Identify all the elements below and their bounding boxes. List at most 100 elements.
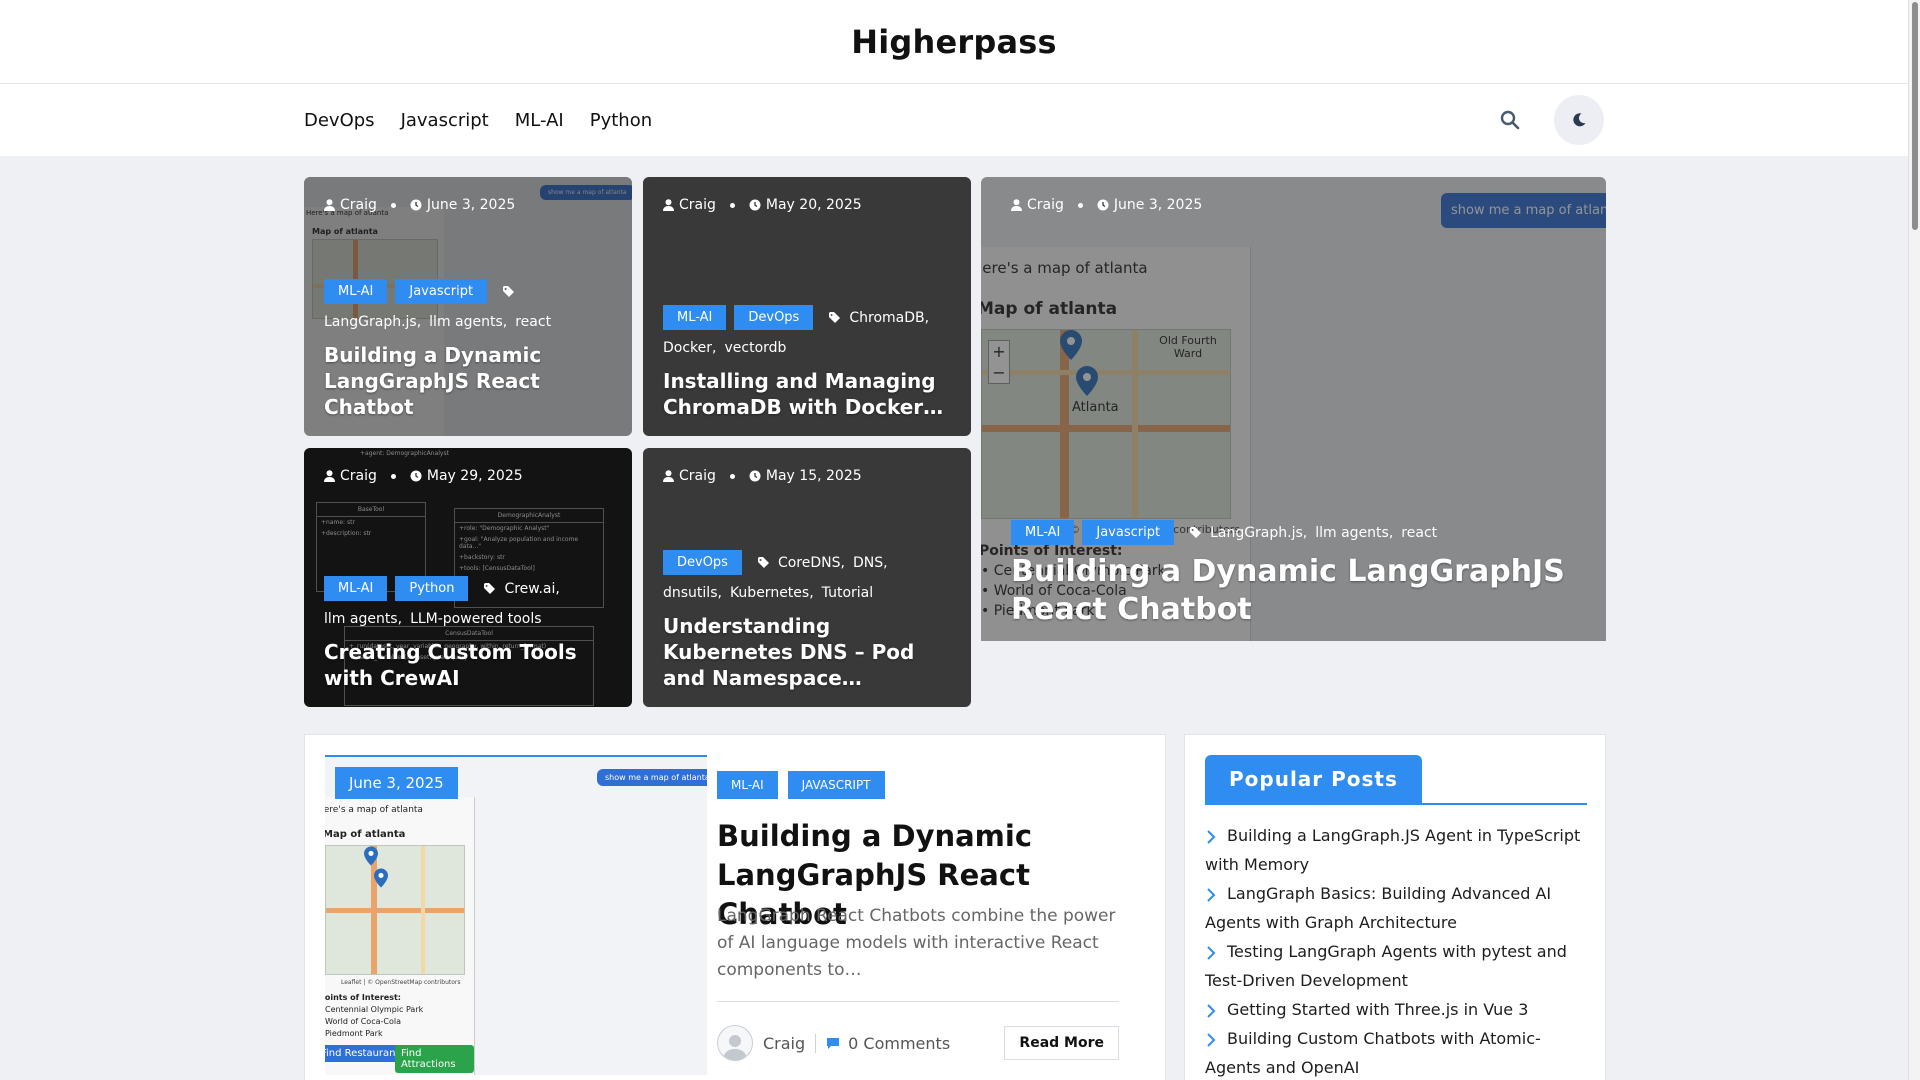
- post-excerpt: LangGraph React Chatbots combine the pow…: [717, 906, 1116, 980]
- mock-attribution: Leaflet | © OpenStreetMap contributors: [341, 979, 461, 986]
- category-badge[interactable]: ML-AI: [324, 279, 388, 304]
- post-author[interactable]: Craig: [324, 468, 377, 484]
- popular-post-item[interactable]: Building Custom Chatbots with Atomic-Age…: [1205, 1024, 1587, 1080]
- category-badge[interactable]: Javascript: [1082, 520, 1175, 545]
- post-meta: Craig May 20, 2025: [663, 197, 862, 213]
- tag-link[interactable]: LLM-powered tools: [410, 607, 541, 631]
- tag-link[interactable]: LangGraph.js,: [1210, 521, 1307, 545]
- tag-row: ML-AI Javascript LangGraph.js, llm agent…: [324, 279, 612, 334]
- nav-item-python[interactable]: Python: [590, 110, 652, 131]
- category-badge[interactable]: ML-AI: [1011, 520, 1075, 545]
- post-date[interactable]: May 15, 2025: [749, 468, 862, 484]
- meta-separator: [729, 202, 735, 208]
- category-badge[interactable]: DevOps: [663, 550, 742, 575]
- date-text: June 3, 2025: [1113, 197, 1203, 213]
- post-author[interactable]: Craig: [324, 197, 377, 213]
- site-header: Higherpass: [0, 0, 1908, 84]
- featured-card-3[interactable]: BaseTool +name: str +description: str De…: [304, 448, 632, 707]
- tag-link[interactable]: vectordb: [724, 336, 786, 360]
- tag-link[interactable]: llm agents,: [1315, 521, 1393, 545]
- mock-point: Piedmont Park: [325, 1029, 383, 1038]
- clock-icon: [749, 199, 761, 211]
- popular-post-item[interactable]: Building a LangGraph.JS Agent in TypeScr…: [1205, 821, 1587, 879]
- tag-link[interactable]: react: [515, 310, 551, 334]
- tag-link[interactable]: llm agents,: [324, 607, 402, 631]
- post-title[interactable]: Building a Dynamic LangGraphJS React Cha…: [1011, 553, 1586, 629]
- post-body: DevOps CoreDNS, DNS, dnsutils, Kubernete…: [663, 550, 951, 691]
- tag-link[interactable]: Docker,: [663, 336, 716, 360]
- dark-mode-toggle[interactable]: [1554, 95, 1604, 145]
- category-badge[interactable]: ML-AI: [324, 576, 388, 601]
- main-nav: DevOps Javascript ML-AI Python: [0, 84, 1908, 156]
- nav-item-ml-ai[interactable]: ML-AI: [515, 110, 564, 131]
- scrollbar-thumb[interactable]: [1912, 2, 1918, 230]
- post-title[interactable]: Creating Custom Tools with CrewAI: [324, 639, 612, 691]
- post-author[interactable]: Craig: [663, 197, 716, 213]
- post-date-badge[interactable]: June 3, 2025: [335, 767, 458, 799]
- tag-link[interactable]: CoreDNS,: [778, 551, 845, 575]
- comments-count: 0 Comments: [848, 1033, 951, 1053]
- post-date[interactable]: May 29, 2025: [410, 468, 523, 484]
- meta-separator: [1077, 202, 1083, 208]
- clock-icon: [1097, 199, 1109, 211]
- featured-card-4[interactable]: Craig May 15, 2025 DevOps CoreDNS, DNS, …: [643, 448, 971, 707]
- post-body: ML-AI Javascript LangGraph.js, llm agent…: [1011, 520, 1586, 629]
- meta-separator: [729, 473, 735, 479]
- map-pin-icon: [364, 846, 378, 866]
- popular-post-item[interactable]: LangGraph Basics: Building Advanced AI A…: [1205, 879, 1587, 937]
- avatar[interactable]: [717, 1025, 753, 1061]
- tag-link[interactable]: LangGraph.js,: [324, 310, 421, 334]
- post-author[interactable]: Craig: [663, 468, 716, 484]
- category-badge[interactable]: ML-AI: [717, 771, 778, 799]
- category-badge[interactable]: JAVASCRIPT: [787, 771, 885, 799]
- post-title[interactable]: Installing and Managing ChromaDB with Do…: [663, 368, 951, 420]
- page-scrollbar[interactable]: [1908, 0, 1920, 1080]
- tag-link[interactable]: Tutorial: [822, 581, 873, 605]
- moon-icon: [1573, 113, 1586, 127]
- nav-inner: DevOps Javascript ML-AI Python: [304, 84, 1604, 156]
- category-badge[interactable]: Javascript: [395, 279, 488, 304]
- popular-post-item[interactable]: Testing LangGraph Agents with pytest and…: [1205, 937, 1587, 995]
- post-body: ML-AI Python Crew.ai, llm agents, LLM-po…: [324, 576, 612, 691]
- mock-chat-screen: Here's a map of atlanta Map of atlanta L…: [325, 797, 475, 1075]
- comments-link[interactable]: 0 Comments: [826, 1034, 950, 1053]
- site-title[interactable]: Higherpass: [851, 23, 1057, 61]
- mock-show-map: show me a map of atlanta: [597, 769, 707, 786]
- tag-row: ML-AI Javascript LangGraph.js, llm agent…: [1011, 520, 1586, 545]
- post-author[interactable]: Craig: [1011, 197, 1064, 213]
- post-date[interactable]: June 3, 2025: [1097, 197, 1202, 213]
- comment-icon: [827, 1037, 840, 1049]
- featured-card-large[interactable]: Here's a map of atlanta Map of atlanta O…: [981, 177, 1606, 641]
- nav-item-devops[interactable]: DevOps: [304, 110, 375, 131]
- tag-link[interactable]: DNS,: [853, 551, 888, 575]
- tags-icon: [503, 285, 517, 298]
- tag-link[interactable]: ChromaDB,: [849, 306, 929, 330]
- category-badge[interactable]: Python: [395, 576, 469, 601]
- post-date[interactable]: June 3, 2025: [410, 197, 515, 213]
- popular-post-item[interactable]: Getting Started with Three.js in Vue 3: [1205, 995, 1587, 1024]
- category-badge[interactable]: ML-AI: [663, 305, 727, 330]
- meta-separator: [390, 202, 396, 208]
- post-title[interactable]: Building a Dynamic LangGraphJS React Cha…: [324, 342, 612, 420]
- featured-card-1[interactable]: Here's a map of atlanta Map of atlanta s…: [304, 177, 632, 436]
- post-date[interactable]: May 20, 2025: [749, 197, 862, 213]
- mock-point: World of Coca-Cola: [325, 1017, 401, 1026]
- nav-item-javascript[interactable]: Javascript: [401, 110, 489, 131]
- tags-icon: [829, 311, 843, 324]
- post-author[interactable]: Craig: [763, 1033, 817, 1053]
- tag-link[interactable]: Kubernetes,: [730, 581, 814, 605]
- tag-link[interactable]: Crew.ai,: [504, 577, 559, 601]
- featured-card-2[interactable]: Craig May 20, 2025 ML-AI DevOps ChromaDB…: [643, 177, 971, 436]
- tag-link[interactable]: llm agents,: [429, 310, 507, 334]
- read-more-button[interactable]: Read More: [1004, 1026, 1119, 1060]
- tags-icon: [1190, 526, 1204, 539]
- search-icon[interactable]: [1496, 106, 1524, 134]
- user-icon: [324, 199, 335, 211]
- latest-post: Here's a map of atlanta Map of atlanta L…: [304, 734, 1166, 1080]
- post-thumbnail[interactable]: Here's a map of atlanta Map of atlanta L…: [325, 755, 707, 1075]
- tag-link[interactable]: dnsutils,: [663, 581, 722, 605]
- map-pin-icon: [374, 868, 388, 888]
- post-title[interactable]: Understanding Kubernetes DNS – Pod and N…: [663, 613, 951, 691]
- category-badge[interactable]: DevOps: [734, 305, 814, 330]
- tag-link[interactable]: react: [1401, 521, 1437, 545]
